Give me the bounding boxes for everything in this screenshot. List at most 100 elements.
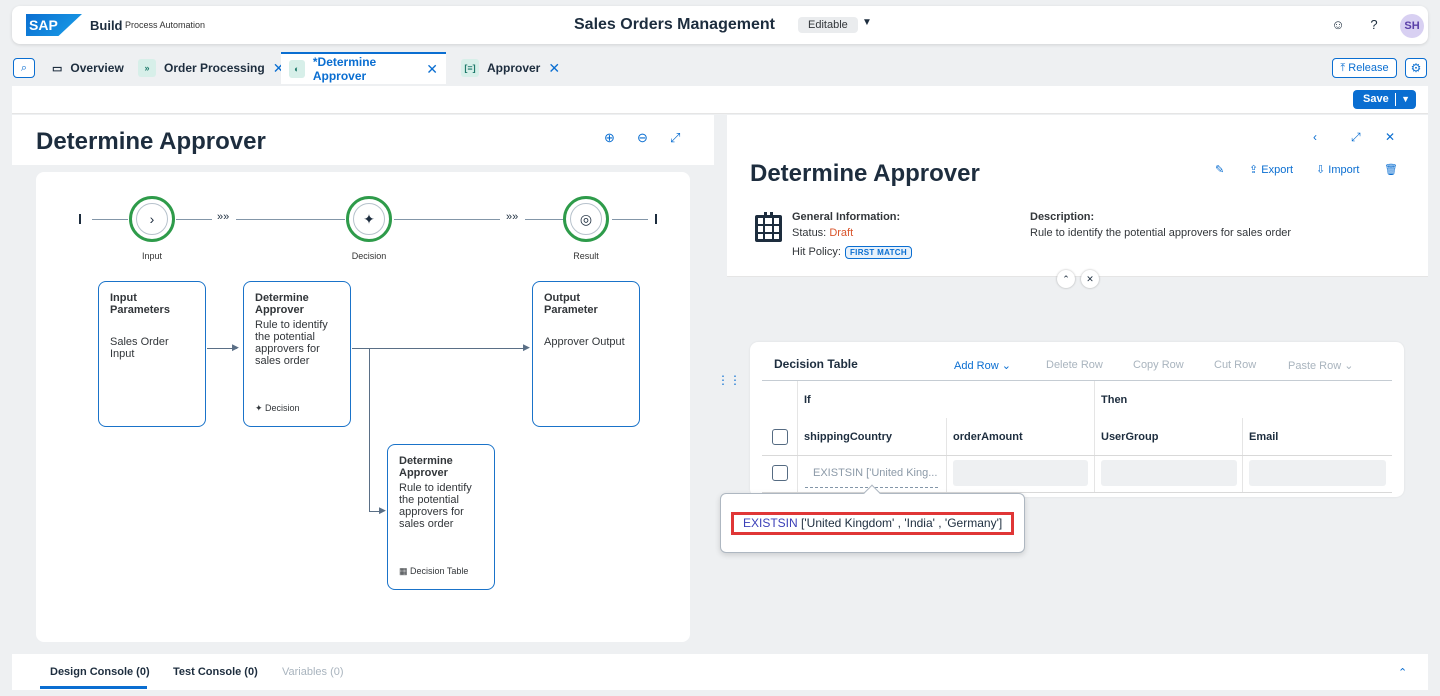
tab-label: Order Processing (164, 61, 265, 75)
card-description: Sales Order Input (110, 336, 169, 360)
table-caption: Decision Table (774, 357, 858, 371)
decision-table-icon-line (763, 216, 765, 241)
add-row-button[interactable]: Add Row ⌄ (954, 359, 1011, 372)
import-button[interactable]: ⇩ Import (1316, 163, 1359, 176)
status-label: Status: (792, 227, 827, 239)
fit-screen-icon[interactable]: ⤢ (670, 130, 680, 146)
shell-bar: SAP Build Process Automation Sales Order… (12, 6, 1428, 44)
then-header: Then (1101, 394, 1128, 406)
connector-line (369, 348, 370, 512)
close-icon[interactable]: ✕ (1385, 130, 1395, 144)
export-button[interactable]: ⇪ Export (1249, 163, 1293, 176)
settings-button[interactable]: ⚙ (1405, 58, 1427, 78)
tab-overview[interactable]: ▭ Overview (52, 52, 124, 84)
column-header: UserGroup (1101, 431, 1159, 443)
column-header: orderAmount (953, 431, 1023, 443)
tab-variables[interactable]: Variables (0) (282, 666, 344, 678)
result-node[interactable]: ◎ (563, 196, 609, 242)
card-title: Input Parameters (110, 292, 170, 316)
flow-start-marker (79, 214, 81, 224)
drag-handle-icon[interactable]: ⋮⋮ (717, 373, 741, 387)
delete-icon[interactable]: 🗑 (1384, 163, 1398, 176)
flow-line (92, 219, 128, 220)
close-icon[interactable]: ✕ (548, 60, 560, 77)
tab-approver[interactable]: [≡] Approver ✕ (461, 52, 560, 84)
decision-node[interactable]: ✦ (346, 196, 392, 242)
hit-policy-label: Hit Policy: (792, 246, 841, 258)
select-all-checkbox[interactable] (772, 429, 788, 445)
input-node[interactable]: › (129, 196, 175, 242)
delete-row-button[interactable]: Delete Row (1046, 359, 1103, 371)
paste-row-button[interactable]: Paste Row ⌄ (1288, 359, 1353, 372)
table-icon: ▦ (399, 566, 411, 576)
card-footer: ✦ Decision (255, 403, 300, 413)
rule-icon: [≡] (461, 59, 479, 77)
process-icon: » (138, 59, 156, 77)
card-title: Output Parameter (544, 292, 598, 316)
card-description: Rule to identify the potential approvers… (399, 482, 472, 530)
status-badge: Editable (798, 17, 858, 33)
feedback-icon[interactable]: ☺ (1330, 17, 1346, 33)
zoom-out-icon[interactable]: ⊖ (637, 130, 648, 146)
column-header: shippingCountry (804, 431, 892, 443)
status-dropdown-icon[interactable]: ▼ (862, 17, 872, 28)
gear-icon: ⚙ (1410, 61, 1422, 75)
chevron-up-icon[interactable]: ⌃ (1398, 666, 1407, 679)
pin-icon[interactable]: ✕ (1081, 270, 1099, 288)
arrow-right-icon: ▶ (232, 342, 239, 352)
import-icon: ⇩ (1316, 164, 1329, 176)
release-button[interactable]: ⤒ Release (1332, 58, 1397, 78)
close-icon[interactable]: ✕ (426, 61, 438, 78)
flow-arrow-icon: »» (506, 211, 519, 223)
connector-line (352, 348, 526, 349)
tab-order-processing[interactable]: » Order Processing ✕ (138, 52, 284, 84)
card-footer: ▦ Decision Table (399, 566, 469, 576)
chevron-right-icon: › (136, 203, 168, 235)
card-title: Determine Approver (255, 292, 309, 316)
flow-arrow-icon: »» (217, 211, 230, 223)
decision-table-icon (755, 212, 782, 242)
decision-icon: ✦ (255, 403, 266, 413)
output-parameter-card[interactable]: Output Parameter Approver Output (532, 281, 640, 427)
column-divider (1094, 381, 1095, 493)
save-button[interactable]: Save ▼ (1353, 90, 1416, 109)
copy-row-button[interactable]: Copy Row (1133, 359, 1184, 371)
flow-line (176, 219, 212, 220)
edit-icon[interactable]: ✎ (1215, 163, 1224, 176)
decision-table-icon-line (755, 224, 782, 226)
decision-table-icon-line (755, 232, 782, 234)
search-panel-icon[interactable]: ⌕ (13, 58, 35, 78)
tab-test-console[interactable]: Test Console (0) (173, 666, 258, 678)
table-divider (762, 380, 1392, 381)
chevron-down-icon[interactable]: ▼ (1401, 90, 1410, 109)
flow-line (612, 219, 648, 220)
order-amount-cell[interactable] (953, 460, 1088, 486)
zoom-in-icon[interactable]: ⊕ (604, 130, 615, 146)
flow-line (394, 219, 500, 220)
tab-label: Overview (70, 61, 124, 75)
status-row: Status: Draft (792, 227, 853, 239)
suggestion-value: ['United Kingdom' , 'India' , 'Germany'] (797, 516, 1003, 530)
decision-table-card[interactable]: Determine Approver Rule to identify the … (387, 444, 495, 590)
card-description: Approver Output (544, 336, 625, 348)
decision-card[interactable]: Determine Approver Rule to identify the … (243, 281, 351, 427)
user-group-cell[interactable] (1101, 460, 1237, 486)
suggestion-item[interactable]: EXISTSIN ['United Kingdom' , 'India' , '… (731, 512, 1014, 535)
sap-logo[interactable]: SAP (26, 14, 82, 36)
help-icon[interactable]: ? (1366, 17, 1382, 33)
tab-determine-approver[interactable]: ◐ *Determine Approver ✕ (281, 52, 446, 84)
chevron-down-icon: ⌄ (1344, 360, 1354, 372)
collapse-header-icon[interactable]: ⌃ (1057, 270, 1075, 288)
input-parameters-card[interactable]: Input Parameters Sales Order Input (98, 281, 206, 427)
tab-design-console[interactable]: Design Console (0) (50, 666, 150, 678)
fullscreen-icon[interactable]: ⤢ (1351, 130, 1361, 145)
product-name: Process Automation (125, 20, 206, 30)
chevron-left-icon[interactable]: ‹ (1313, 130, 1317, 144)
description-value: Rule to identify the potential approvers… (1030, 227, 1292, 239)
cut-row-button[interactable]: Cut Row (1214, 359, 1256, 371)
row-checkbox[interactable] (772, 465, 788, 481)
avatar[interactable]: SH (1400, 14, 1424, 38)
column-header: Email (1249, 431, 1279, 443)
email-cell[interactable] (1249, 460, 1386, 486)
chevron-down-icon: ⌄ (1001, 360, 1011, 372)
